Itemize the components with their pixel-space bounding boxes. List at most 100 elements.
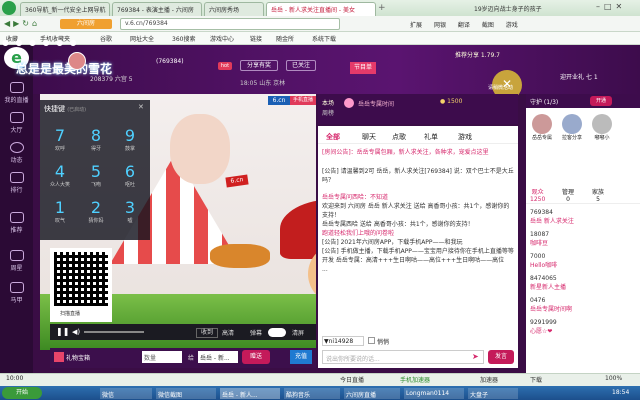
tab-chat[interactable]: 聊天 [362, 132, 376, 142]
list-item[interactable]: 8474065 [530, 274, 636, 283]
chat-header-tab[interactable]: 周榜 [322, 108, 334, 117]
list-item[interactable]: 新星新人主播 [530, 283, 636, 292]
list-item[interactable]: 769384 [530, 208, 636, 217]
tab-viewers[interactable]: 观众 1250 [530, 187, 545, 203]
keypad-key[interactable]: 2 猜你妈 [80, 198, 112, 230]
open-guard-button[interactable]: 开通 [590, 96, 612, 106]
list-item[interactable]: 0476 [530, 296, 636, 305]
browser-logo-icon[interactable] [2, 1, 16, 15]
send-arrow-icon[interactable]: ➤ [472, 352, 479, 361]
taskbar-app[interactable]: 微信 [100, 388, 152, 399]
tool-translate[interactable]: 翻译 [458, 22, 470, 29]
list-item[interactable]: 7000 [530, 252, 636, 261]
keypad-key[interactable]: 3嘘 [114, 198, 146, 230]
sidebar-label[interactable]: 六间房 [60, 19, 112, 29]
send-gift-button[interactable]: 赠送 [242, 350, 270, 364]
tab-all[interactable]: 全部 [326, 132, 340, 142]
sidebar-item-recommend[interactable]: 推荐 [0, 212, 33, 234]
bookmark-item[interactable]: 游戏中心 [210, 34, 234, 43]
list-item[interactable]: 咖啡豆 [530, 239, 636, 248]
tab-games[interactable]: 游戏 [458, 132, 472, 142]
bookmark-item[interactable]: 网址大全 [130, 34, 154, 43]
guard-item[interactable]: 拉客分享 [560, 114, 584, 141]
status-item[interactable]: 今日直播 [340, 375, 364, 384]
recharge-button[interactable]: 充值 [290, 350, 312, 364]
tab-family[interactable]: 家族 5 [592, 187, 604, 203]
list-item[interactable]: 岳岳专属时间啊 [530, 305, 636, 314]
tab-admins[interactable]: 管理 0 [562, 187, 574, 203]
address-right-tools[interactable]: 扩展 网银 翻译 截图 游戏 [410, 20, 518, 29]
keypad-key[interactable]: 6 呕吐 [114, 162, 146, 194]
taskbar-app[interactable]: 大盘子 [468, 388, 518, 399]
keypad-key[interactable]: 9 鼓掌 [114, 126, 146, 158]
browser-tab-active[interactable]: 岳岳 - 新人求关注直播间 - 美女 [266, 2, 376, 16]
sidebar-item-weekly[interactable]: 周星 [0, 250, 33, 272]
anchor-avatar[interactable] [68, 52, 86, 70]
guard-item[interactable]: 嘟嘟小 [590, 114, 614, 141]
bookmark-item[interactable]: 谷歌 [100, 34, 112, 43]
status-item[interactable]: 下载 [530, 375, 542, 384]
tool-screenshot[interactable]: 截图 [482, 22, 494, 29]
danmaku-toggle[interactable] [268, 328, 286, 337]
tab-songs[interactable]: 点歌 [392, 132, 406, 142]
follow-button[interactable]: 已关注 [286, 60, 316, 71]
tool-games[interactable]: 游戏 [506, 22, 518, 29]
sidebar-item-my-live[interactable]: 我的直播 [0, 82, 33, 104]
mention-select[interactable]: ▼ni14928 [322, 336, 364, 346]
bookmark-item[interactable]: 链接 [250, 34, 262, 43]
keypad-key[interactable]: 4 众人大笑 [44, 162, 76, 194]
follow-ctrl-button[interactable]: 收到 [196, 328, 218, 338]
sidebar-item-rank[interactable]: 排行 [0, 172, 33, 194]
bookmark-item[interactable]: 360搜索 [172, 34, 195, 43]
status-item[interactable]: 加速器 [480, 375, 498, 384]
quantity-input[interactable]: 数量 [142, 351, 182, 363]
keypad-key[interactable]: 5 飞吻 [80, 162, 112, 194]
recipient-select[interactable]: 岳岳 - 新... [198, 351, 238, 363]
tool-bank[interactable]: 网银 [434, 22, 446, 29]
list-item[interactable]: 心愿☆❤ [530, 327, 636, 336]
sidebar-item-feed[interactable]: 动态 [0, 142, 33, 164]
window-controls-icon[interactable]: –□✕ [596, 2, 626, 11]
status-item[interactable]: 手机加速器 [400, 375, 430, 384]
sidebar-item-hall[interactable]: 大厅 [0, 112, 33, 134]
guard-item[interactable]: 岳岳专属 [530, 114, 554, 141]
list-item[interactable]: Hello咖啡 [530, 261, 636, 270]
chat-input[interactable]: 说出你所要说的话... [322, 350, 484, 364]
sidebar-item-vest[interactable]: 马甲 [0, 282, 33, 304]
nav-buttons-icon[interactable]: ◀▶↻⌂ [4, 19, 40, 28]
taskbar-app[interactable]: 微信截图 [156, 388, 216, 399]
tab-gifts[interactable]: 礼单 [424, 132, 438, 142]
list-item[interactable]: 9291999 [530, 318, 636, 327]
bookmark-item[interactable]: 随金所 [276, 34, 294, 43]
clear-screen-button[interactable]: 清屏 [292, 328, 304, 337]
url-input[interactable]: v.6.cn/769384 [120, 18, 340, 30]
share-button[interactable]: 分享有奖 [240, 60, 278, 71]
taskbar-app[interactable]: 酷狗音乐 [284, 388, 340, 399]
send-chat-button[interactable]: 发言 [488, 350, 514, 364]
keypad-close-icon[interactable]: ✕ [138, 103, 144, 111]
browser-tab[interactable]: 六间房秀场 [204, 2, 264, 16]
keypad-key[interactable]: 7 欢呼 [44, 126, 76, 158]
volume-icon[interactable]: ◀) [72, 328, 80, 336]
keypad-key[interactable]: 1 叹气 [44, 198, 76, 230]
volume-slider[interactable] [84, 331, 144, 333]
taskbar-app-active[interactable]: 岳岳 - 新人... [220, 388, 280, 399]
host-avatar[interactable] [344, 98, 354, 108]
gift-label[interactable]: 礼物宝箱 [66, 353, 90, 362]
keypad-key[interactable]: 8 得牙 [80, 126, 112, 158]
new-tab-icon[interactable]: + [378, 3, 386, 13]
browser-tab[interactable]: 360导航_新一代安全上网导航 [20, 2, 110, 16]
hd-toggle[interactable]: 高清 [222, 328, 234, 337]
zoom-level[interactable]: 100% [605, 375, 622, 382]
pause-icon[interactable]: ❚❚ [56, 327, 69, 336]
list-item[interactable]: 岳岳 新人求关注 [530, 217, 636, 226]
taskbar-app[interactable]: Longman0114 [404, 388, 464, 399]
start-button[interactable]: 开始 [2, 387, 42, 399]
taskbar-app[interactable]: 六间房直播 [344, 388, 400, 399]
tool-extensions[interactable]: 扩展 [410, 22, 422, 29]
chat-header-tab[interactable]: 本场 [322, 98, 334, 107]
bookmark-item[interactable]: 系统下载 [312, 34, 336, 43]
whisper-checkbox[interactable] [368, 337, 375, 344]
browser-tab[interactable]: 769384 - 表演主播 - 六间房 [112, 2, 202, 16]
list-item[interactable]: 18087 [530, 230, 636, 239]
